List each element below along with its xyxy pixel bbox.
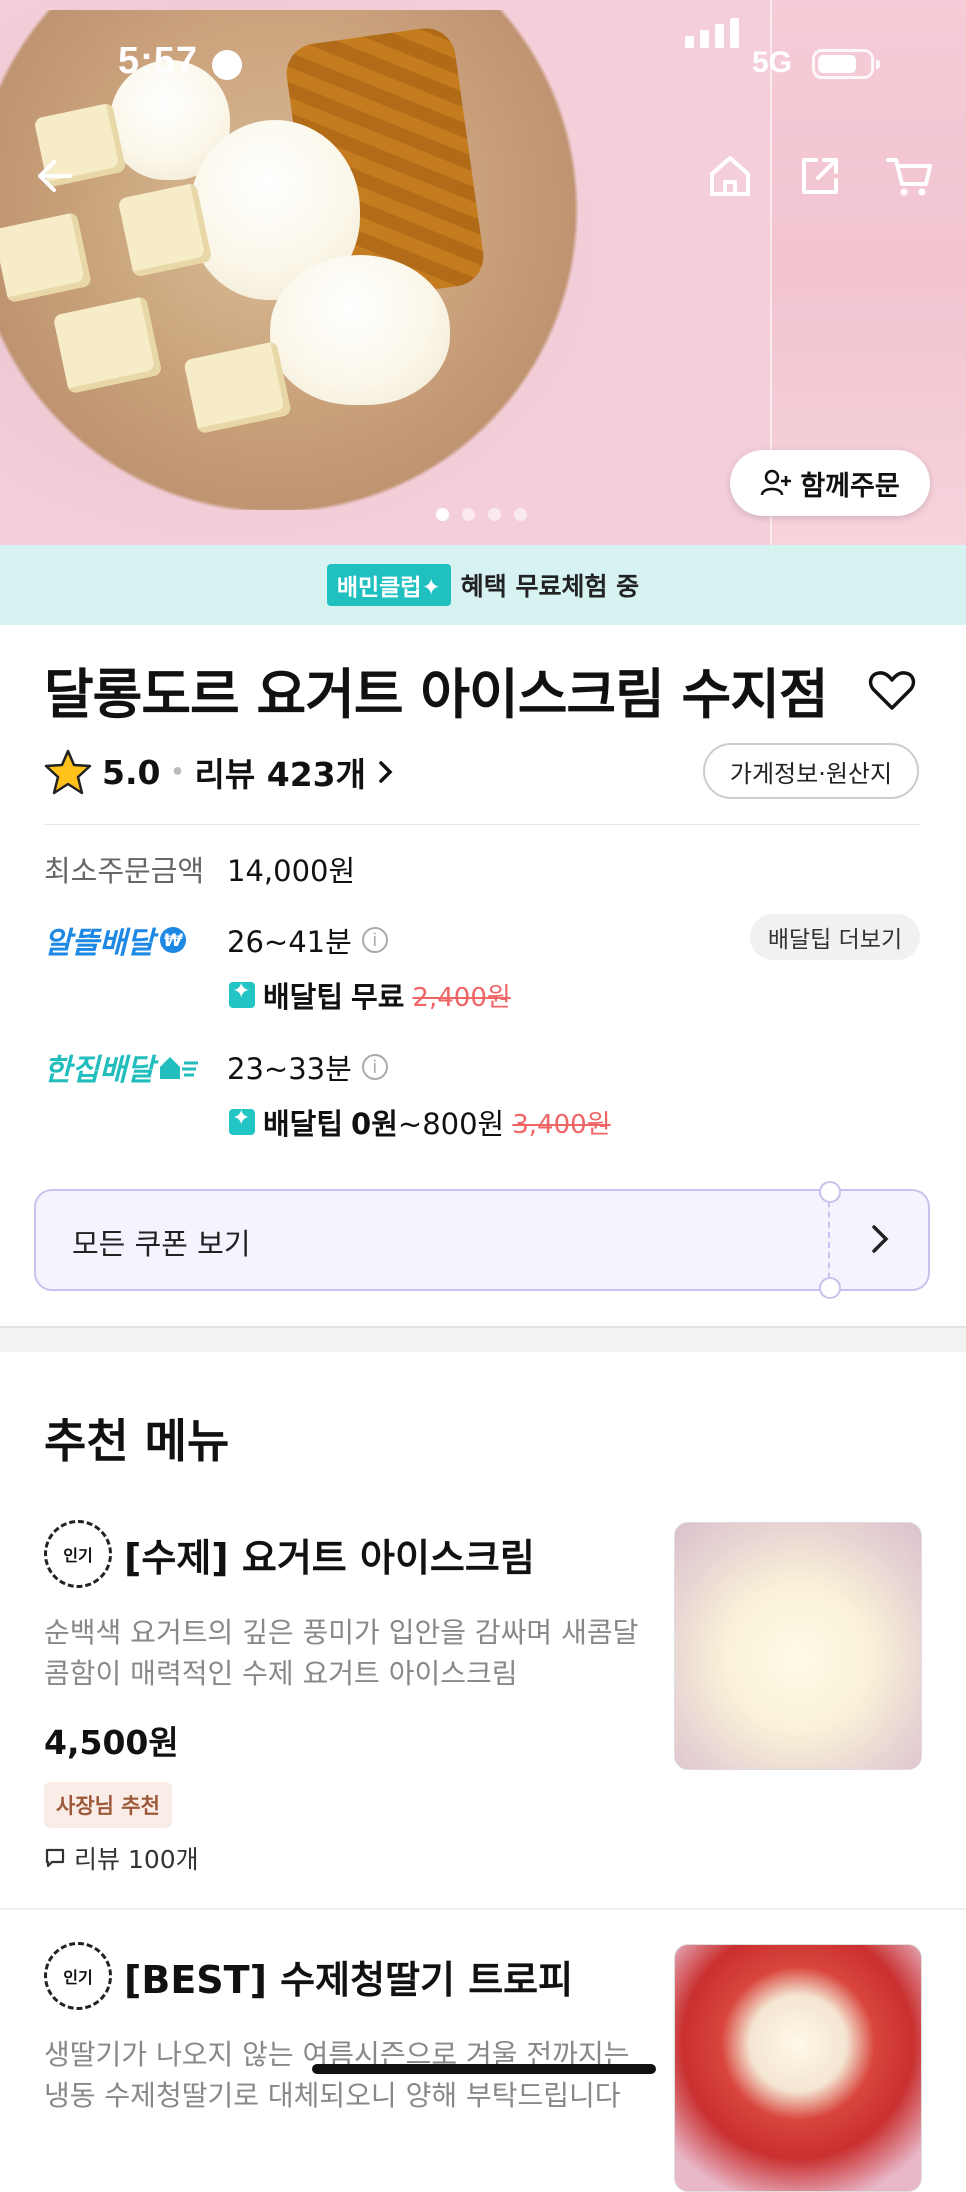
status-time: 5:57 <box>118 40 199 82</box>
network-type: 5G <box>752 46 793 79</box>
store-name: 달롱도르 요거트 아이스크림 수지점 <box>44 663 829 726</box>
home-icon[interactable] <box>704 150 756 202</box>
carousel-dots <box>436 508 527 521</box>
menu-price: 4,500원 <box>44 1723 179 1762</box>
heart-icon[interactable] <box>868 668 916 712</box>
divider <box>44 824 920 825</box>
group-order-label: 함께주문 <box>800 470 900 502</box>
svg-text:₩: ₩ <box>164 931 184 951</box>
ice-cream-swirl <box>270 255 450 405</box>
min-order-value: 14,000원 <box>227 854 356 888</box>
rating-value: 5.0 <box>102 752 161 792</box>
home-indicator[interactable] <box>312 2064 656 2074</box>
star-icon <box>44 749 92 795</box>
all-coupons-button[interactable]: 모든 쿠폰 보기 <box>34 1181 930 1299</box>
coupon-label: 모든 쿠폰 보기 <box>72 1227 251 1261</box>
tip-more-button[interactable]: 배달팁 더보기 <box>750 914 920 960</box>
menu-thumbnail[interactable] <box>674 1522 922 1770</box>
delivery-brand: 알뜰배달 ₩ <box>44 918 227 962</box>
club-badge: 배민클럽✦ <box>326 564 451 606</box>
rating-row[interactable]: 5.0 • 리뷰 423개 <box>44 748 396 796</box>
battery-icon <box>812 49 880 79</box>
owner-recommend-tag: 사장님 추천 <box>44 1782 172 1828</box>
original-tip: 2,400원 <box>412 982 511 1013</box>
menu-reviews: 리뷰 100개 <box>44 1840 199 1876</box>
club-star-icon <box>229 979 255 1008</box>
cheese-cube <box>117 182 213 278</box>
menu-name: [수제] 요거트 아이스크림 <box>124 1535 535 1580</box>
hero-image[interactable]: 5:57 5G 함께주문 <box>0 0 966 545</box>
divider <box>0 1908 966 1910</box>
delivery-time: 26~41분 <box>227 925 352 959</box>
review-count: 리뷰 423개 <box>194 755 366 794</box>
chevron-right-icon <box>872 1225 889 1253</box>
original-tip: 3,400원 <box>512 1109 611 1140</box>
add-person-icon <box>761 469 792 496</box>
menu-item[interactable]: 인기 [수제] 요거트 아이스크림 순백색 요거트의 깊은 풍미가 입안을 감싸… <box>44 1520 924 1880</box>
delivery-time: 23~33분 <box>227 1052 352 1086</box>
delivery-brand: 한집배달 <box>44 1045 227 1089</box>
delivery-tip-saver: 배달팁 무료 2,400원 <box>229 974 511 1016</box>
chevron-right-icon <box>379 761 393 783</box>
baemin-club-banner[interactable]: 배민클럽✦ 혜택 무료체험 중 <box>0 545 966 625</box>
popular-badge-icon: 인기 <box>44 1942 112 2010</box>
delivery-option-saver[interactable]: 알뜰배달 ₩ 26~41분 i <box>44 918 388 962</box>
menu-thumbnail[interactable] <box>674 1944 922 2192</box>
delivery-tip-single: 배달팁 0원~800원 3,400원 <box>229 1101 611 1143</box>
menu-description: 생딸기가 나오지 않는 여름시즌으로 겨울 전까지는 냉동 수제청딸기로 대체되… <box>44 2038 630 2112</box>
won-badge-icon: ₩ <box>160 927 187 953</box>
menu-description: 순백색 요거트의 깊은 풍미가 입안을 감싸며 새콤달 콤함이 매력적인 수제 … <box>44 1616 639 1690</box>
cart-icon[interactable] <box>884 150 936 202</box>
club-star-icon <box>229 1106 255 1135</box>
min-order-label: 최소주문금액 <box>44 854 205 888</box>
club-text: 혜택 무료체험 중 <box>460 572 640 601</box>
section-divider <box>0 1326 966 1352</box>
fast-home-icon <box>160 1057 199 1079</box>
info-icon[interactable]: i <box>361 1054 388 1080</box>
min-order-row: 최소주문금액 14,000원 <box>44 848 355 890</box>
back-arrow-icon[interactable] <box>30 150 82 202</box>
share-icon[interactable] <box>794 150 846 202</box>
info-icon[interactable]: i <box>361 927 388 953</box>
popular-badge-icon: 인기 <box>44 1520 112 1588</box>
recommend-heading: 추천 메뉴 <box>44 1414 230 1468</box>
face-icon <box>212 50 242 80</box>
group-order-button[interactable]: 함께주문 <box>730 450 930 516</box>
menu-name: [BEST] 수제청딸기 트로피 <box>124 1957 574 2002</box>
store-info-button[interactable]: 가게정보·원산지 <box>703 743 919 799</box>
comment-icon <box>45 1848 65 1868</box>
status-bar: 5:57 5G <box>0 0 966 130</box>
delivery-option-single[interactable]: 한집배달 23~33분 i <box>44 1045 388 1089</box>
